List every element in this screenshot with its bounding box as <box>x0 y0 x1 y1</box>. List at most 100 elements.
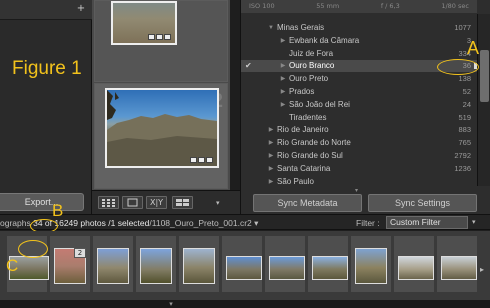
toolbar-dropdown-icon[interactable]: ▾ <box>216 199 224 207</box>
folder-label: Rio de Janeiro <box>277 125 329 135</box>
selection-count: /1 selected <box>108 218 150 228</box>
filmstrip-scroll-right-icon[interactable]: ▸ <box>480 265 484 274</box>
folder-count: 519 <box>458 112 471 122</box>
filmstrip-thumbnail <box>398 256 434 280</box>
folder-label: Rio Grande do Sul <box>277 151 343 160</box>
grid-thumbnail[interactable] <box>105 88 219 168</box>
disclosure-triangle-icon[interactable]: ▶ <box>279 86 287 98</box>
filmstrip-cell[interactable] <box>436 235 478 293</box>
metadata-badge-icon[interactable] <box>190 157 197 163</box>
filmstrip-cell[interactable] <box>178 235 220 293</box>
plus-icon[interactable]: + <box>76 4 86 14</box>
grid-view-glyph <box>102 199 115 207</box>
grid-cell[interactable] <box>94 0 228 82</box>
folder-label: Ouro Branco <box>289 61 335 71</box>
folder-row[interactable]: ▶ Prados 52 <box>241 86 477 98</box>
filmstrip-thumbnail <box>97 248 129 284</box>
folder-label: Rio Grande do Norte <box>277 138 351 148</box>
filter-chevron-icon[interactable]: ▾ <box>472 218 476 226</box>
grid-thumbnail[interactable] <box>111 1 177 45</box>
scrollbar-thumb[interactable] <box>480 50 489 102</box>
source-prefix: ographs <box>0 218 31 228</box>
disclosure-triangle-icon[interactable]: ▶ <box>279 99 287 111</box>
filmstrip-cell[interactable] <box>135 235 177 293</box>
grid-cell[interactable]: 2 <box>94 83 228 189</box>
filmstrip-thumbnail <box>312 256 348 280</box>
folder-row[interactable]: ▶ Rio Grande do Norte 765 <box>241 137 477 149</box>
export-button[interactable]: Export... <box>0 193 84 211</box>
filmstrip-thumbnail <box>355 248 387 284</box>
photo-image <box>107 90 217 166</box>
sync-metadata-button[interactable]: Sync Metadata <box>253 194 362 212</box>
bottom-panel-toggle-icon[interactable]: ▾ <box>166 300 176 308</box>
filter-label: Filter : <box>356 218 380 228</box>
disclosure-triangle-icon[interactable]: ▶ <box>267 124 275 136</box>
disclosure-triangle-icon[interactable]: ▶ <box>267 176 275 188</box>
folder-row[interactable]: ▶ Rio de Janeiro 883 <box>241 124 477 136</box>
compare-view-icon[interactable]: X|Y <box>146 196 167 209</box>
shutter-value: 1/80 sec <box>441 2 469 10</box>
filmstrip-thumbnail <box>140 248 172 284</box>
folder-count: 52 <box>462 87 471 96</box>
panel-collapse-icon[interactable]: ▾ <box>355 187 363 194</box>
grid-view-icon[interactable] <box>98 196 119 209</box>
folder-label: Ouro Preto <box>289 74 329 84</box>
folder-row[interactable]: Tiradentes 519 <box>241 112 477 124</box>
bottom-bar <box>0 300 490 308</box>
folder-row[interactable]: ▼ Minas Gerais 1077 <box>241 22 477 34</box>
filmstrip-cell[interactable]: 2 <box>49 235 91 293</box>
filmstrip-thumbnail <box>183 248 215 284</box>
loupe-view-glyph <box>127 198 138 207</box>
develop-badge-icon[interactable] <box>156 34 163 40</box>
filmstrip-thumbnail <box>226 256 262 280</box>
filmstrip-cell[interactable] <box>264 235 306 293</box>
checkmark-icon: ✔ <box>245 61 252 71</box>
filmstrip-cell[interactable] <box>92 235 134 293</box>
filmstrip-cell[interactable] <box>307 235 349 293</box>
folder-label: Tiradentes <box>289 112 327 122</box>
folder-row[interactable]: ▶ São João del Rei 24 <box>241 99 477 111</box>
develop-badge-icon[interactable] <box>198 157 205 163</box>
folder-label: São Paulo <box>277 176 314 186</box>
folder-count: 24 <box>462 99 471 109</box>
folder-count: 1077 <box>454 23 471 32</box>
disclosure-triangle-icon[interactable]: ▼ <box>267 22 275 34</box>
filmstrip-info-bar: ographs 34 of 16249 photos /1 selected/1… <box>0 214 490 230</box>
disclosure-triangle-icon[interactable]: ▶ <box>267 137 275 149</box>
crop-badge-icon[interactable] <box>206 157 213 163</box>
source-chevron-icon[interactable]: ▾ <box>254 218 258 228</box>
folder-row[interactable]: ▶ Rio Grande do Sul 2792 <box>241 150 477 162</box>
folder-count: 883 <box>458 125 471 135</box>
filmstrip-cell[interactable] <box>393 235 435 293</box>
folder-row[interactable]: ▶ Santa Catarina 1236 <box>241 163 477 175</box>
folder-label: Santa Catarina <box>277 163 331 173</box>
metadata-badge-icon[interactable] <box>148 34 155 40</box>
selected-filename: /1108_Ouro_Preto_001.cr2 <box>149 218 252 228</box>
stack-count-badge[interactable]: 2 <box>74 248 86 258</box>
crop-badge-icon[interactable] <box>164 34 171 40</box>
annotation-label-a: A <box>467 38 480 58</box>
folder-label: Prados <box>289 87 315 96</box>
disclosure-triangle-icon[interactable]: ▶ <box>279 73 287 85</box>
histogram-info: ISO 100 55 mm f / 6,3 1/80 sec <box>241 0 477 13</box>
filmstrip-thumbnail <box>269 256 305 280</box>
survey-view-icon[interactable] <box>172 196 193 209</box>
folder-row[interactable]: ▶ Ouro Preto 138 <box>241 73 477 85</box>
annotation-ring-c <box>18 240 48 258</box>
disclosure-triangle-icon[interactable]: ▶ <box>279 35 287 47</box>
photo-image <box>113 3 175 43</box>
disclosure-triangle-icon[interactable]: ▶ <box>267 163 275 175</box>
filmstrip-cell[interactable] <box>350 235 392 293</box>
disclosure-triangle-icon[interactable]: ▶ <box>267 150 275 162</box>
folder-row[interactable]: ▶ São Paulo <box>241 176 477 188</box>
folder-label: Juiz de Fora <box>289 48 334 58</box>
filter-select[interactable]: Custom Filter <box>386 216 468 229</box>
right-panel: ISO 100 55 mm f / 6,3 1/80 sec ▼ Minas Ge… <box>240 0 490 214</box>
folder-row[interactable]: ▶ Ewbank da Câmara 3 <box>241 35 477 47</box>
sync-settings-button[interactable]: Sync Settings <box>368 194 477 212</box>
loupe-view-icon[interactable] <box>122 196 143 209</box>
folder-row[interactable]: Juiz de Fora 334 <box>241 48 477 60</box>
disclosure-triangle-icon[interactable]: ▶ <box>279 60 287 72</box>
filmstrip-cell[interactable] <box>221 235 263 293</box>
view-toolbar: X|Y ▾ <box>92 190 240 214</box>
